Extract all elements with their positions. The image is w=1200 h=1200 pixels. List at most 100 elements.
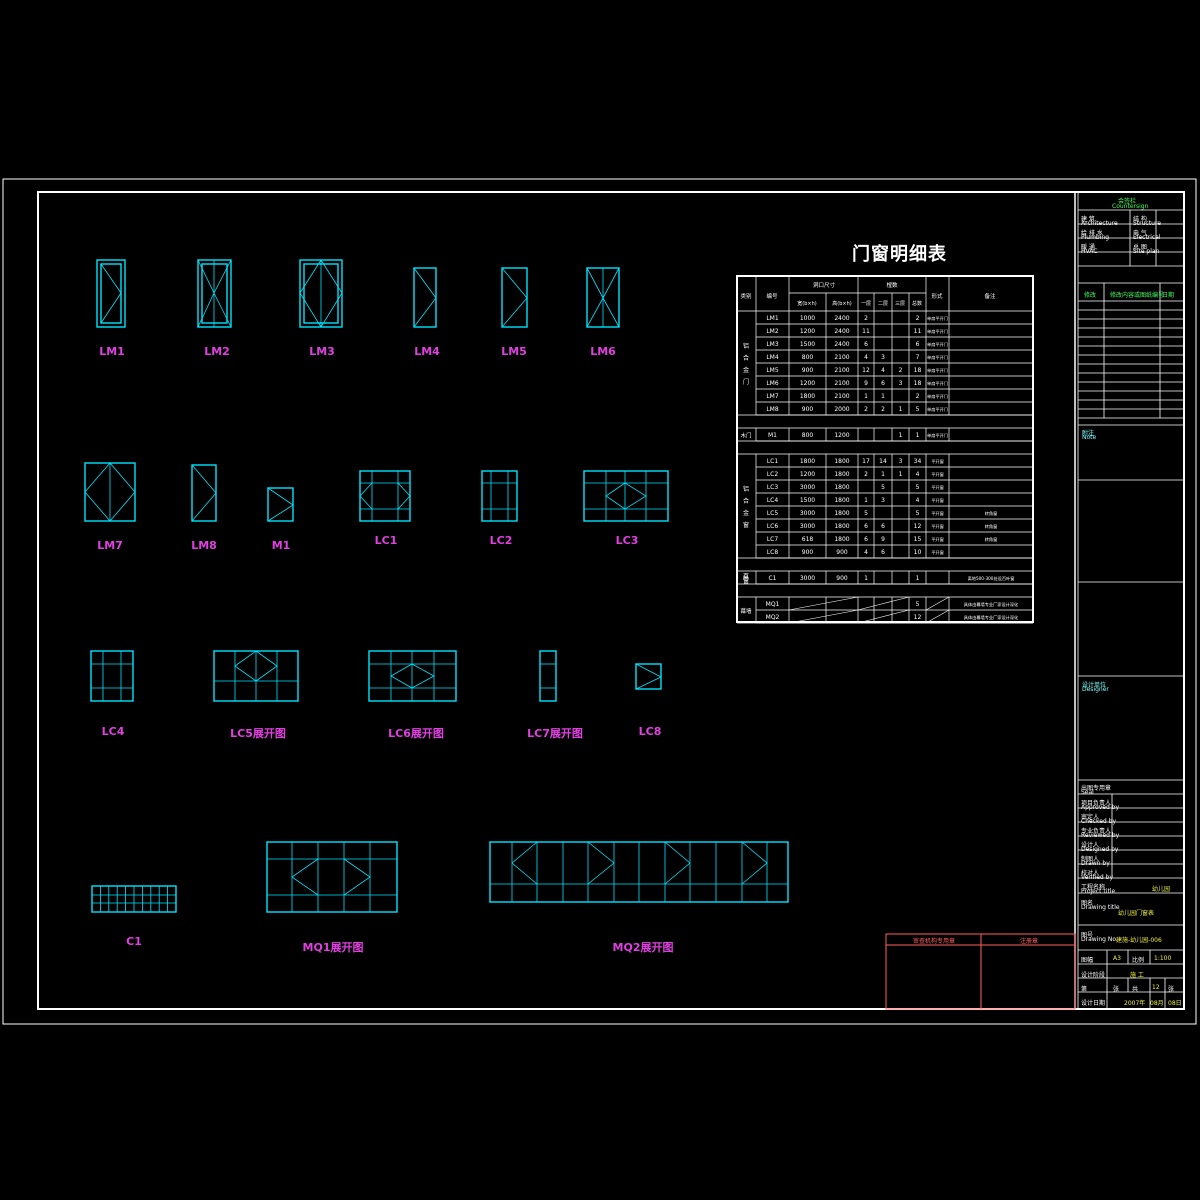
- open-line: [320, 292, 343, 328]
- cell-type: 平开窗: [931, 471, 944, 478]
- th-type: 形式: [931, 292, 943, 300]
- drawing-sheet: 类别 编号洞口尺寸宽(b×h) 高(b×h)樘数一层 二层 三层 总数形式 备注LM1 100…: [2, 178, 1197, 1025]
- open-sign: [624, 482, 647, 510]
- tb-rev-date: 日期: [1162, 292, 1175, 299]
- open-line: [501, 297, 528, 328]
- table-frame: [736, 275, 1034, 623]
- th-f1: 一层: [861, 301, 871, 307]
- cell-height: 900: [836, 575, 848, 582]
- cell-code: LM8: [766, 406, 779, 413]
- tb-page-value: 张: [1113, 986, 1120, 993]
- th-height: 高(b×h): [832, 300, 851, 307]
- cell-height: 1800: [834, 536, 849, 543]
- cell-type: 单扇平开门: [927, 393, 948, 400]
- open-line: [84, 462, 111, 493]
- open-sign: [390, 663, 413, 689]
- inner-border: [37, 191, 1185, 1010]
- cell-width: 800: [802, 432, 814, 439]
- cell-total: 2: [916, 315, 920, 322]
- cell-f2: 3: [881, 354, 885, 361]
- tb-rev-no: 修改: [1084, 292, 1097, 299]
- cell-code: M1: [768, 432, 777, 439]
- cell-code: LM4: [766, 354, 779, 361]
- tb-stage-value: 施 工: [1130, 972, 1144, 979]
- open-sign: [234, 650, 257, 682]
- th-width: 宽(b×h): [797, 300, 816, 307]
- cell-remark: 转角窗: [985, 510, 998, 517]
- th-total: 总数: [912, 300, 922, 307]
- cell-code: LC1: [767, 458, 779, 465]
- cell-width: 1200: [800, 380, 815, 387]
- cell-width: 3000: [800, 510, 815, 517]
- cell-total: 1: [916, 432, 920, 439]
- open-line: [299, 292, 322, 328]
- door-lm4: [413, 267, 437, 328]
- tb-checked-en: Checked by: [1081, 818, 1117, 825]
- cell-height: 2400: [834, 315, 849, 322]
- cell-f2: 6: [881, 549, 885, 556]
- open-line: [602, 297, 620, 328]
- tb-project-value: 幼儿园: [1152, 886, 1171, 893]
- cell-height: 2400: [834, 328, 849, 335]
- cell-f1: 2: [864, 406, 868, 413]
- open-line: [213, 259, 232, 294]
- cell-type: 单扇平开门: [927, 328, 948, 335]
- cell-total: 5: [916, 406, 920, 413]
- open-line: [267, 487, 294, 506]
- open-line: [299, 259, 322, 294]
- cell-f1: 4: [864, 354, 868, 361]
- cell-f1: 4: [864, 549, 868, 556]
- label-lm3: LM3: [309, 345, 335, 358]
- diag: [925, 596, 950, 611]
- label-lm1: LM1: [99, 345, 125, 358]
- cell-width: 3000: [800, 484, 815, 491]
- th-f3: 三层: [895, 301, 905, 307]
- label-mq2: MQ2展开图: [612, 941, 674, 954]
- cell-width: 1800: [800, 393, 815, 400]
- cell-height: 1800: [834, 471, 849, 478]
- cell-code: LM2: [766, 328, 779, 335]
- cell-type: 平开窗: [931, 497, 944, 504]
- cell-type: 单扇平开门: [927, 380, 948, 387]
- tb-rev-content: 修改内容或图纸编号: [1110, 292, 1165, 299]
- tb-scale-label: 比例: [1132, 957, 1145, 964]
- open-sign: [741, 841, 768, 885]
- door-lm8: [191, 464, 217, 522]
- cell-height: 2400: [834, 341, 849, 348]
- category-char: 门: [743, 378, 749, 386]
- cell-total: 12: [914, 523, 922, 530]
- cell-f1: 12: [862, 367, 870, 374]
- cell-width: 3000: [800, 523, 815, 530]
- tb-f3-en: Plumbing: [1081, 234, 1110, 241]
- label-lc6: LC6展开图: [388, 727, 444, 740]
- open-sign: [397, 482, 411, 510]
- open-sign: [664, 841, 691, 885]
- cell-total: 18: [914, 367, 922, 374]
- cell-f2: 9: [881, 536, 885, 543]
- cell-f2: 14: [879, 458, 887, 465]
- cell-total: 11: [914, 328, 922, 335]
- open-line: [635, 663, 662, 678]
- label-lm5: LM5: [501, 345, 527, 358]
- cell-type: 单扇平开门: [927, 354, 948, 361]
- tb-designer-en: Designed by: [1081, 846, 1119, 853]
- open-sign: [255, 650, 278, 682]
- label-lc5: LC5展开图: [230, 727, 286, 740]
- tb-scale-value: 1:100: [1154, 955, 1172, 962]
- label-lc2: LC2: [489, 534, 513, 547]
- tb-size-value: A3: [1113, 955, 1121, 962]
- door-lm1-leaf: [100, 263, 122, 324]
- open-line: [197, 292, 215, 328]
- category-char: 铝: [743, 342, 749, 350]
- door-lm5: [501, 267, 528, 328]
- cell-width: 900: [802, 367, 814, 374]
- cell-f1: 6: [864, 536, 868, 543]
- tb-seal-en: Seal: [1081, 789, 1094, 796]
- schedule-table: 类别 编号 洞口尺寸宽(b×h) 高(b×h) 樘数一层 二层 三层 总数 形式 备注 LM1 100…: [736, 275, 1034, 624]
- open-line: [109, 462, 136, 493]
- cell-code: LM3: [766, 341, 779, 348]
- cell-type: 单扇平开门: [927, 432, 948, 439]
- open-sign: [587, 841, 615, 885]
- open-line: [191, 492, 217, 522]
- label-m1: M1: [271, 539, 291, 552]
